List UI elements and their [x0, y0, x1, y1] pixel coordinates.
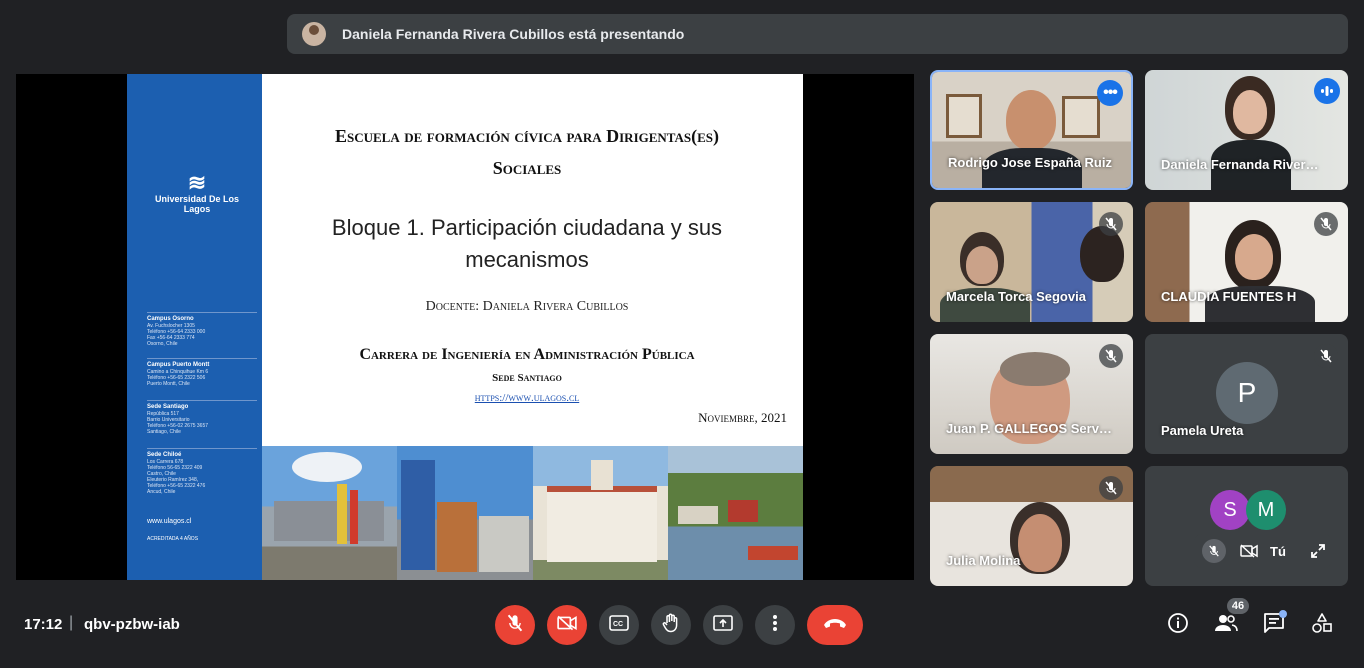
campus-info: Sede Santiago República 517 Barrio Univer…: [147, 400, 257, 435]
speaking-indicator-icon: [1314, 78, 1340, 104]
presenter-banner: Daniela Fernanda Rivera Cubillos está pr…: [287, 14, 1348, 54]
participant-name: Pamela Ureta: [1161, 423, 1244, 438]
university-logo: ≋ Universidad De Los Lagos: [147, 170, 247, 215]
university-name: Universidad De Los Lagos: [154, 194, 240, 214]
participant-tile[interactable]: CLAUDIA FUENTES H: [1145, 202, 1348, 322]
self-controls: Tú: [1194, 534, 1332, 568]
participant-name: Daniela Fernanda River…: [1161, 157, 1319, 172]
more-options-icon: [772, 614, 778, 637]
participant-tile[interactable]: Juan P. GALLEGOS Serv…: [930, 334, 1133, 454]
slide-date: Noviembre, 2021: [698, 410, 787, 425]
presenter-banner-text: Daniela Fernanda Rivera Cubillos está pr…: [342, 26, 685, 42]
camera-off-icon: [557, 615, 577, 636]
info-icon: [1167, 612, 1189, 639]
expand-icon[interactable]: [1308, 541, 1328, 561]
mic-off-icon: [1314, 344, 1338, 368]
divider: |: [69, 614, 74, 631]
university-logo-icon: ≋: [187, 170, 207, 195]
camera-off-icon[interactable]: [1238, 540, 1260, 562]
people-button[interactable]: [1213, 612, 1239, 638]
avatar: S: [1210, 490, 1250, 530]
mic-toggle-button[interactable]: [495, 605, 535, 645]
end-call-button[interactable]: [807, 605, 863, 645]
participant-tile[interactable]: Marcela Torca Segovia: [930, 202, 1133, 322]
campus-photo: [667, 446, 803, 580]
mic-off-icon: [1099, 476, 1123, 500]
participant-tile[interactable]: Daniela Fernanda River…: [1145, 70, 1348, 190]
present-icon: [713, 614, 733, 636]
captions-icon: CC: [609, 614, 629, 636]
participant-name: CLAUDIA FUENTES H: [1161, 289, 1297, 304]
avatar: P: [1216, 362, 1278, 424]
participant-name: Rodrigo Jose España Ruiz: [948, 155, 1112, 170]
presentation-slide: ≋ Universidad De Los Lagos Campus Osorno…: [127, 74, 803, 580]
you-label: Tú: [1270, 543, 1286, 559]
mic-off-icon: [506, 614, 524, 637]
raise-hand-icon: [662, 613, 680, 638]
mic-off-icon: [1314, 212, 1338, 236]
campus-info: Campus Osorno Av. Fuchslocher 1305 Teléfo…: [147, 312, 257, 347]
mic-off-icon: [1099, 212, 1123, 236]
campus-photo: [532, 446, 668, 580]
accreditation-badge: ACREDITADA 4 AÑOS: [147, 536, 199, 542]
raise-hand-button[interactable]: [651, 605, 691, 645]
clock: 17:12: [24, 616, 63, 633]
presenter-avatar: [302, 22, 326, 46]
participant-tile[interactable]: Julia Molina: [930, 466, 1133, 586]
svg-text:CC: CC: [613, 621, 623, 628]
university-website: www.ulagos.cl: [147, 518, 192, 525]
notification-dot: [1279, 610, 1287, 618]
present-button[interactable]: [703, 605, 743, 645]
self-tile[interactable]: S M Tú: [1145, 466, 1348, 586]
slide-campus: Sede Santiago: [492, 372, 562, 384]
slide-sidebar: ≋ Universidad De Los Lagos Campus Osorno…: [127, 74, 262, 580]
avatar: M: [1246, 490, 1286, 530]
participant-name: Juan P. GALLEGOS Serv…: [946, 421, 1112, 436]
campus-info: Sede Chiloé Los Carrera 678 Teléfono 56-6…: [147, 448, 257, 495]
participant-tile[interactable]: P Pamela Ureta: [1145, 334, 1348, 454]
chat-button[interactable]: [1261, 610, 1287, 638]
mic-off-icon: [1099, 344, 1123, 368]
slide-title: Escuela de formación cívica para Dirigen…: [334, 126, 720, 178]
captions-button[interactable]: CC: [599, 605, 639, 645]
meeting-details-button[interactable]: [1165, 612, 1191, 638]
slide-career: Carrera de Ingeniería en Administración …: [359, 346, 695, 363]
activities-icon: [1311, 612, 1333, 639]
slide-subtitle: Bloque 1. Participación ciudadana y sus …: [331, 215, 723, 272]
slide-teacher: Docente: Daniela Rivera Cubillos: [425, 299, 629, 314]
activities-button[interactable]: [1309, 612, 1335, 638]
campus-info: Campus Puerto Montt Camino a Chinquihue …: [147, 358, 257, 387]
campus-photos: [262, 446, 803, 580]
slide-url: https://www.ulagos.cl: [474, 392, 580, 404]
participant-tile[interactable]: ••• Rodrigo Jose España Ruiz: [930, 70, 1133, 190]
participant-name: Marcela Torca Segovia: [946, 289, 1086, 304]
meeting-code[interactable]: qbv-pzbw-iab: [84, 616, 180, 633]
participant-name: Julia Molina: [946, 553, 1021, 568]
end-call-icon: [822, 616, 848, 634]
camera-toggle-button[interactable]: [547, 605, 587, 645]
people-icon: [1214, 613, 1238, 638]
campus-photo: [397, 446, 533, 580]
mic-off-icon[interactable]: [1202, 539, 1226, 563]
more-options-button[interactable]: [755, 605, 795, 645]
more-options-icon[interactable]: •••: [1097, 80, 1123, 106]
campus-photo: [262, 446, 398, 580]
